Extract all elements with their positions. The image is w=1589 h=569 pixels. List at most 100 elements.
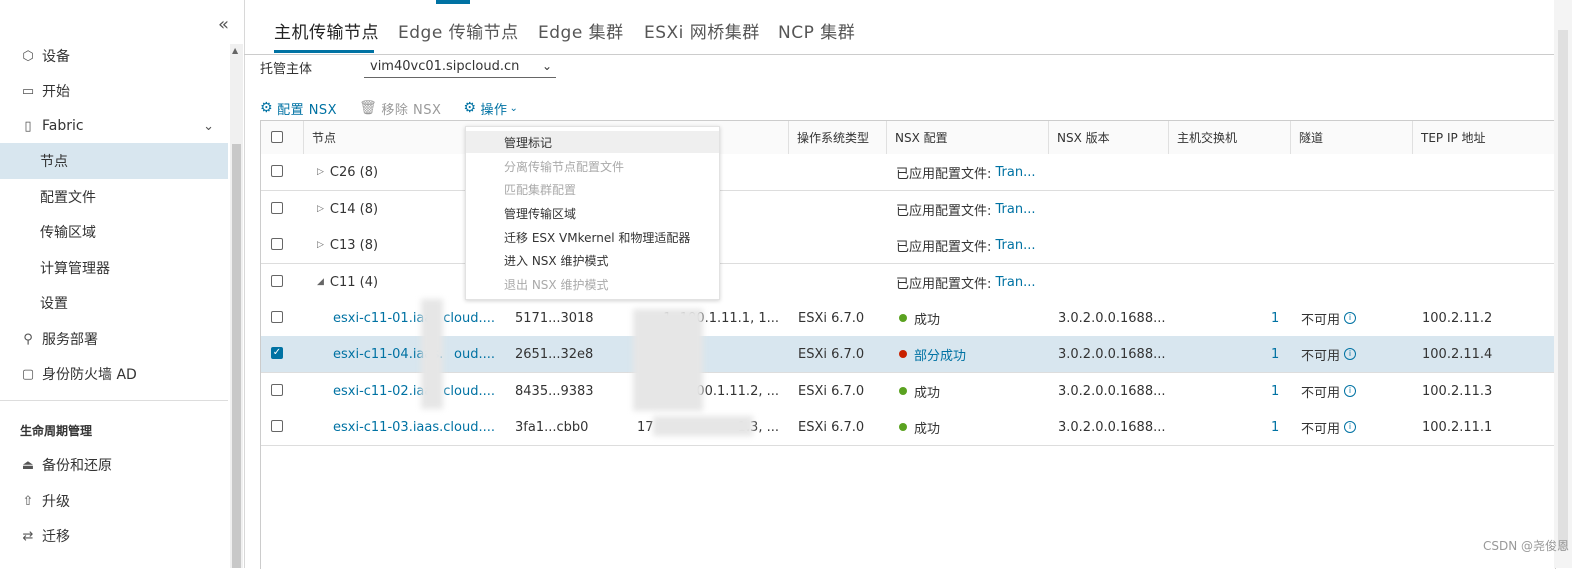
host-switch-link[interactable]: 1 xyxy=(1271,336,1279,372)
expand-icon[interactable]: ▷ xyxy=(317,204,324,214)
info-icon[interactable]: i xyxy=(1344,312,1357,324)
sidebar-item-service-deployment[interactable]: ⚲ 服务部署 xyxy=(0,321,228,357)
tab-esxi-bridge-clusters[interactable]: ESXi 网桥集群 xyxy=(644,18,760,43)
sidebar-item-backup[interactable]: ⏏ 备份和还原 xyxy=(0,447,228,483)
host-name-link[interactable]: esxi-c11-03.iaas. cloud.... xyxy=(333,409,495,445)
sidebar-item-upgrade[interactable]: ⇧ 升级 xyxy=(0,483,228,519)
host-name-link[interactable]: esxi-c11-02.iaa cloud.... xyxy=(333,373,495,409)
migrate-icon: ⇄ xyxy=(22,528,34,544)
menu-item-manage-transport-zones[interactable]: 管理传输区域 xyxy=(504,203,576,223)
column-header-host-switch[interactable]: 主机交换机 xyxy=(1168,121,1290,154)
row-checkbox[interactable] xyxy=(271,202,283,214)
host-switch-link[interactable]: 1 xyxy=(1271,373,1279,409)
info-icon[interactable]: i xyxy=(1344,348,1357,360)
status-text-link[interactable]: 部分成功 xyxy=(914,345,966,364)
tab-ncp-clusters[interactable]: NCP 集群 xyxy=(778,18,855,43)
profile-link[interactable]: Tran... xyxy=(996,202,1036,217)
nsx-config-cell: 已应用配置文件: Tran... xyxy=(896,191,1036,227)
backup-icon: ⏏ xyxy=(21,457,35,473)
main-scrollbar[interactable] xyxy=(1554,0,1572,568)
sidebar-item-identity-firewall[interactable]: ▢ 身份防火墙 AD xyxy=(0,356,228,392)
profile-link[interactable]: Tran... xyxy=(996,165,1036,180)
sidebar-item-compute-managers[interactable]: 计算管理器 xyxy=(0,250,228,286)
configure-nsx-button[interactable]: ⚙ 配置 NSX xyxy=(260,99,337,118)
row-checkbox-checked[interactable]: ✓ xyxy=(271,347,283,359)
status-cell: 部分成功 xyxy=(899,336,966,372)
sidebar-item-nodes[interactable]: 节点 xyxy=(0,143,228,179)
table-row[interactable]: ▷ C13 (8) 已应用配置文件: Tran... xyxy=(261,227,1555,264)
sidebar-item-label: 迁移 xyxy=(42,529,70,545)
scroll-up-icon[interactable]: ▲ xyxy=(232,46,238,55)
select-all-checkbox[interactable] xyxy=(271,131,283,143)
menu-item-exit-maintenance[interactable]: 退出 NSX 维护模式 xyxy=(504,274,608,294)
column-header-nsx-config[interactable]: NSX 配置 xyxy=(886,121,1048,154)
table-row[interactable]: ▷ C26 (8) 已应用配置文件: Tran... xyxy=(261,154,1555,191)
tab-edge-transport-nodes[interactable]: Edge 传输节点 xyxy=(398,18,519,43)
nsx-version: 3.0.2.0.0.1688... xyxy=(1058,346,1166,362)
info-icon[interactable]: i xyxy=(1344,421,1357,433)
host-name-head: esxi-c11-03.iaas. xyxy=(333,419,444,435)
sidebar-item-devices[interactable]: ⬡ 设备 xyxy=(0,38,228,74)
expand-icon[interactable]: ▷ xyxy=(317,167,324,177)
tab-edge-clusters[interactable]: Edge 集群 xyxy=(538,18,624,43)
profile-link[interactable]: Tran... xyxy=(996,238,1036,253)
column-header-tep-ip[interactable]: TEP IP 地址 xyxy=(1412,121,1555,154)
table-row[interactable]: esxi-c11-01.iaacloud.... 5171...3018 11.… xyxy=(261,300,1555,337)
row-checkbox[interactable] xyxy=(271,420,283,432)
menu-item-enter-maintenance[interactable]: 进入 NSX 维护模式 xyxy=(504,250,608,270)
host-name-link[interactable]: esxi-c11-01.iaa cloud.... xyxy=(333,300,495,336)
host-name-head: esxi-c11-01.iaa xyxy=(333,310,433,326)
sidebar-item-label: 节点 xyxy=(40,154,68,170)
table-row[interactable]: esxi-c11-03.iaas. cloud.... 3fa1...cbb0 1… xyxy=(261,409,1555,446)
managed-by-select[interactable]: vim40vc01.sipcloud.cn ⌄ xyxy=(364,56,556,78)
row-checkbox[interactable] xyxy=(271,275,283,287)
table-row[interactable]: ◢ C11 (4) 已应用配置文件: Tran... xyxy=(261,264,1555,301)
remove-nsx-button[interactable]: 🗑 移除 NSX xyxy=(359,99,441,118)
sidebar-item-migrate[interactable]: ⇄ 迁移 xyxy=(0,518,228,554)
expand-icon[interactable]: ▷ xyxy=(317,240,324,250)
menu-item-detach-profile[interactable]: 分离传输节点配置文件 xyxy=(504,156,624,176)
table-row-selected[interactable]: ✓ esxi-c11-04.iaas.oud.... 2651...32e8 0… xyxy=(261,336,1555,373)
main-scroll-thumb[interactable] xyxy=(1558,30,1568,550)
chevron-down-icon: ⌄ xyxy=(203,118,214,134)
sidebar-item-label: Fabric xyxy=(42,118,84,134)
sidebar-item-fabric[interactable]: ▯ Fabric ⌄ xyxy=(0,108,228,144)
sidebar-item-start[interactable]: ▭ 开始 xyxy=(0,73,228,109)
column-header-tunnel[interactable]: 隧道 xyxy=(1290,121,1412,154)
host-switch-link[interactable]: 1 xyxy=(1271,300,1279,336)
sidebar-scrollbar[interactable]: ▲ xyxy=(230,44,243,568)
row-checkbox[interactable] xyxy=(271,311,283,323)
tep-ip: 100.2.11.4 xyxy=(1422,346,1493,362)
host-name-link[interactable]: esxi-c11-04.iaas. oud.... xyxy=(333,336,495,372)
row-checkbox[interactable] xyxy=(271,165,283,177)
nsx-version: 3.0.2.0.0.1688... xyxy=(1058,310,1166,326)
status-dot-success xyxy=(899,314,907,322)
host-id: 8435...9383 xyxy=(515,383,594,399)
cluster-name: C13 (8) xyxy=(329,237,379,253)
column-header-os-type[interactable]: 操作系统类型 xyxy=(788,121,886,154)
row-checkbox[interactable] xyxy=(271,238,283,250)
menu-item-match-cluster-config[interactable]: 匹配集群配置 xyxy=(504,179,576,199)
menu-item-migrate-vmkernel[interactable]: 迁移 ESX VMkernel 和物理适配器 xyxy=(504,227,690,247)
table-row[interactable]: esxi-c11-02.iaa cloud.... 8435...9383 00.… xyxy=(261,373,1555,410)
profile-link[interactable]: Tran... xyxy=(996,275,1036,290)
collapse-icon[interactable]: ◢ xyxy=(317,277,324,287)
tab-host-transport-nodes[interactable]: 主机传输节点 xyxy=(274,18,379,43)
tunnel-cell: 不可用 i xyxy=(1301,300,1357,336)
sidebar-item-label: 设备 xyxy=(42,49,70,65)
host-switch-link[interactable]: 1 xyxy=(1271,409,1279,445)
actions-label: 操作 xyxy=(480,102,508,118)
info-icon[interactable]: i xyxy=(1344,385,1357,397)
sidebar-item-profiles[interactable]: 配置文件 xyxy=(0,179,228,215)
column-header-nsx-version[interactable]: NSX 版本 xyxy=(1048,121,1168,154)
table-row[interactable]: ▷ C14 (8) 已应用配置文件: Tran... xyxy=(261,191,1555,228)
sidebar-scroll-thumb[interactable] xyxy=(232,144,241,568)
sidebar-item-settings[interactable]: 设置 xyxy=(0,285,228,321)
os-type: ESXi 6.7.0 xyxy=(798,419,865,435)
host-name-head: esxi-c11-02.iaa xyxy=(333,383,433,399)
sidebar-item-transport-zones[interactable]: 传输区域 xyxy=(0,214,228,250)
actions-button[interactable]: ⚙ 操作 ⌄ xyxy=(463,99,518,118)
menu-item-manage-tags[interactable]: 管理标记 xyxy=(504,132,552,152)
collapse-sidebar-icon[interactable]: « xyxy=(218,14,229,35)
row-checkbox[interactable] xyxy=(271,384,283,396)
